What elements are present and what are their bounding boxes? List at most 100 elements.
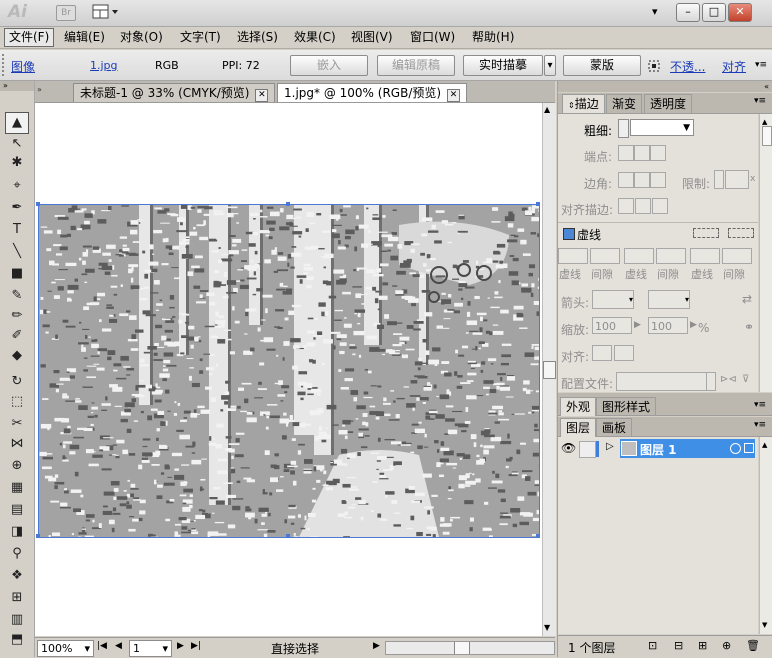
arrow-extend-button[interactable] [592, 345, 612, 361]
stroke-panel-menu-icon[interactable]: ▾≡ [754, 96, 766, 106]
tab-close-icon[interactable]: ✕ [255, 89, 268, 102]
gradient-tool-icon[interactable]: ◨ [6, 522, 28, 542]
direct-selection-tool-icon[interactable]: ↖ [6, 134, 28, 154]
transform-icon[interactable] [648, 60, 660, 75]
tab-stroke[interactable]: ⇕描边 [562, 94, 605, 113]
live-trace-options-arrow[interactable]: ▾ [544, 55, 556, 76]
shape-builder-tool-icon[interactable]: ⊕ [6, 456, 28, 476]
limit-stepper[interactable] [714, 170, 724, 189]
prev-artboard-button[interactable]: ◀ [115, 641, 122, 651]
magic-wand-tool-icon[interactable]: ✱ [6, 153, 28, 173]
scroll-thumb[interactable] [543, 361, 556, 379]
menu-help[interactable]: 帮助(H) [468, 29, 518, 46]
dash-gap-field-2[interactable] [590, 248, 620, 264]
column-graph-tool-icon[interactable]: ▥ [6, 610, 28, 630]
dash-gap-field-6[interactable] [722, 248, 752, 264]
status-menu-arrow[interactable]: ▶ [373, 641, 380, 651]
selection-handle[interactable] [286, 534, 290, 538]
flip-vertical-icon[interactable]: ⊽ [742, 374, 749, 385]
paintbrush-tool-icon[interactable]: ✎ [6, 286, 28, 306]
menu-file[interactable]: 文件(F) [4, 28, 54, 47]
tools-panel-header[interactable]: » [0, 81, 34, 91]
expand-layer-arrow-icon[interactable]: ▷ [606, 441, 614, 452]
preserve-dash-icon[interactable] [693, 228, 719, 238]
limit-field[interactable] [725, 170, 749, 189]
blob-brush-tool-icon[interactable]: ✐ [6, 326, 28, 346]
pencil-tool-icon[interactable]: ✏ [6, 306, 28, 326]
next-artboard-button[interactable]: ▶ [177, 641, 184, 651]
swap-arrowheads-icon[interactable]: ⇄ [742, 292, 752, 306]
stroke-panel-scrollbar[interactable]: ▲ [759, 114, 772, 392]
menu-type[interactable]: 文字(T) [176, 29, 225, 46]
image-type-link[interactable]: 图像 [11, 58, 35, 75]
h-scroll-thumb[interactable] [454, 642, 470, 654]
weight-dropdown[interactable]: ▼ [630, 119, 694, 136]
butt-cap-button[interactable] [618, 145, 634, 161]
align-outside-button[interactable] [652, 198, 668, 214]
vertical-scrollbar[interactable]: ▲ ▼ [542, 103, 556, 636]
link-scale-icon[interactable]: ⚭ [744, 320, 754, 334]
selection-handle[interactable] [536, 534, 540, 538]
minimize-button[interactable]: – [676, 3, 700, 22]
start-arrowhead-dropdown[interactable]: ▾ [592, 290, 634, 309]
make-clipping-mask-icon[interactable]: ⊟ [674, 639, 683, 652]
current-tool-status[interactable]: 直接选择 [271, 640, 319, 657]
scroll-up-arrow[interactable]: ▲ [544, 105, 550, 114]
line-segment-tool-icon[interactable]: ╲ [6, 242, 28, 262]
lock-toggle[interactable] [579, 441, 596, 458]
projecting-cap-button[interactable] [650, 145, 666, 161]
horizontal-scrollbar[interactable] [385, 641, 555, 655]
dash-gap-field-4[interactable] [656, 248, 686, 264]
blend-tool-icon[interactable]: ❖ [6, 566, 28, 586]
menu-effect[interactable]: 效果(C) [290, 29, 340, 46]
tab-close-icon[interactable]: ✕ [447, 89, 460, 102]
close-button[interactable]: ✕ [728, 3, 752, 22]
align-link[interactable]: 对齐 [722, 58, 746, 75]
align-dash-icon[interactable] [728, 228, 754, 238]
start-scale-field[interactable]: 100 [592, 317, 632, 334]
tab-appearance[interactable]: 外观 [560, 397, 596, 416]
zoom-field[interactable]: 100% ▾ [37, 640, 94, 657]
zoom-dropdown-arrow[interactable]: ▾ [84, 641, 90, 656]
lasso-tool-icon[interactable]: ⌖ [6, 176, 28, 196]
selection-handle[interactable] [286, 202, 290, 206]
flip-horizontal-icon[interactable]: ⊳⊲ [720, 374, 737, 385]
eyedropper-tool-icon[interactable]: ⚲ [6, 544, 28, 564]
control-bar-menu-icon[interactable]: ▾≡ [755, 60, 767, 70]
symbol-sprayer-tool-icon[interactable]: ⊞ [6, 588, 28, 608]
perspective-grid-tool-icon[interactable]: ▦ [6, 478, 28, 498]
selection-indicator[interactable] [744, 443, 754, 453]
selection-handle[interactable] [36, 202, 40, 206]
new-layer-icon[interactable]: ⊕ [722, 639, 731, 652]
panel-dock-header[interactable]: « [558, 81, 772, 92]
layer-row[interactable]: 👁 ▷ 图层 1 [558, 439, 758, 459]
menu-edit[interactable]: 编辑(E) [60, 29, 109, 46]
tab-untitled-1[interactable]: 未标题-1 @ 33% (CMYK/预览)✕ [73, 83, 275, 102]
end-scale-field[interactable]: 100 [648, 317, 688, 334]
align-inside-button[interactable] [635, 198, 651, 214]
locate-object-icon[interactable]: ⊡ [648, 639, 657, 652]
filename-link[interactable]: 1.jpg [90, 59, 118, 72]
scroll-down-arrow[interactable]: ▼ [544, 623, 550, 632]
first-artboard-button[interactable]: |◀ [97, 641, 107, 651]
layers-panel-menu-icon[interactable]: ▾≡ [754, 420, 766, 430]
eraser-tool-icon[interactable]: ◆ [6, 346, 28, 366]
round-join-button[interactable] [634, 172, 650, 188]
mask-button[interactable]: 蒙版 [563, 55, 641, 76]
delete-layer-icon[interactable]: 🗑 [746, 639, 760, 652]
menu-object[interactable]: 对象(O) [116, 29, 167, 46]
menu-view[interactable]: 视图(V) [347, 29, 397, 46]
new-sublayer-icon[interactable]: ⊞ [698, 639, 707, 652]
selection-tool-icon[interactable]: ▲ [5, 112, 29, 134]
free-transform-tool-icon[interactable]: ⋈ [6, 434, 28, 454]
miter-join-button[interactable] [618, 172, 634, 188]
dashed-line-checkbox[interactable] [563, 228, 575, 240]
control-bar-grip[interactable] [2, 54, 8, 76]
artboard-tool-icon[interactable]: ⬒ [6, 630, 28, 650]
live-trace-button[interactable]: 实时描摹 [463, 55, 543, 76]
placed-image[interactable] [38, 204, 540, 538]
artboard-number-field[interactable]: 1 ▾ [129, 640, 172, 657]
menu-window[interactable]: 窗口(W) [406, 29, 459, 46]
dash-gap-field-3[interactable] [624, 248, 654, 264]
mesh-tool-icon[interactable]: ▤ [6, 500, 28, 520]
